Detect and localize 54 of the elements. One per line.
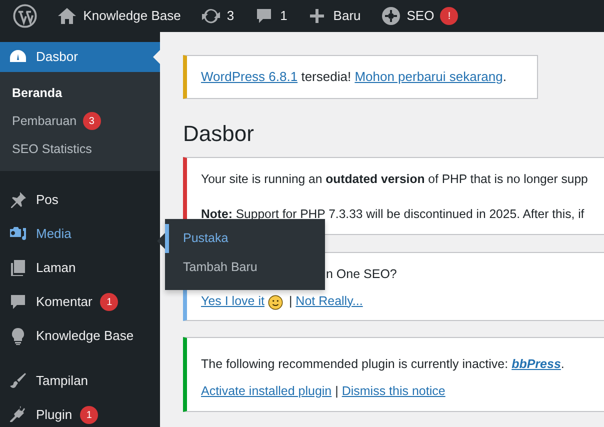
menu-item[interactable]: Laman (0, 251, 160, 285)
count-badge: 1 (100, 293, 118, 311)
comments-count[interactable]: 1 (280, 6, 288, 26)
update-message: WordPress 6.8.1 tersedia! Mohon perbarui sekarang. (201, 68, 508, 86)
menu-label: Knowledge Base (36, 327, 134, 346)
count-badge: 3 (82, 112, 101, 130)
refresh-icon (200, 6, 221, 26)
notice-text: Yes I love it | Not Really... (201, 292, 590, 310)
updates-count[interactable]: 3 (226, 6, 234, 26)
new-link[interactable]: Baru (333, 6, 361, 26)
pages-icon (8, 258, 28, 278)
wordpress-logo-icon (13, 4, 38, 28)
page-heading: Dasbor (183, 120, 255, 147)
submenu-item[interactable]: Pembaruan 3 (0, 107, 160, 135)
menu-item[interactable]: Tampilan (0, 364, 160, 398)
text-link[interactable]: Activate installed plugin (201, 384, 332, 398)
text-link[interactable]: Yes I love it (201, 294, 264, 308)
text-link[interactable]: Dismiss this notice (342, 384, 446, 398)
notice-text: Activate installed plugin | Dismiss this notice (201, 383, 446, 400)
home-icon (57, 6, 78, 26)
notification-badge: ! (440, 7, 458, 25)
menu-item[interactable]: Pos (0, 183, 160, 217)
seo-menu-link[interactable]: SEO (406, 6, 434, 26)
menu-item[interactable]: Dasbor (0, 42, 160, 72)
flyout-item[interactable]: Tambah Baru (165, 253, 325, 282)
menu-item[interactable]: Knowledge Base (0, 319, 160, 353)
text-link[interactable]: bbPress (512, 357, 561, 372)
text-link[interactable]: Mohon perbarui sekarang (354, 69, 503, 84)
notice-text: Your site is running an outdated version of PHP that is no longer supp (201, 170, 589, 188)
submenu-item[interactable]: SEO Statistics (0, 135, 160, 163)
speech-bubble-icon (8, 292, 28, 312)
menu-label: Laman (36, 259, 76, 278)
notice-text: n One SEO? (326, 266, 397, 283)
menu-label: Pos (36, 191, 58, 210)
text-link[interactable]: WordPress 6.8.1 (201, 69, 298, 84)
site-name-link[interactable]: Knowledge Base (83, 6, 181, 26)
text-link[interactable]: Not Really... (296, 294, 363, 308)
flyout-item[interactable]: Pustaka (165, 224, 325, 253)
menu-label: Tampilan (36, 372, 88, 390)
smiley-icon (268, 295, 284, 310)
menu-item[interactable]: Media (0, 217, 160, 251)
submenu-item[interactable]: Beranda (0, 79, 160, 107)
plug-icon (8, 405, 28, 425)
menu-label: Plugin (36, 406, 72, 424)
pushpin-icon (8, 190, 28, 210)
paintbrush-icon (8, 371, 28, 391)
menu-label: Media (36, 225, 72, 244)
menu-label: Komentar (36, 293, 92, 312)
menu-item[interactable]: Komentar 1 (0, 285, 160, 319)
notice-text: Note: Support for PHP 7.3.33 will be discontinued in 2025. After this, if (201, 206, 586, 224)
notice-text: The following recommended plugin is currently inactive: bbPress. (201, 356, 566, 374)
count-badge: 1 (80, 406, 98, 424)
menu-label: Dasbor (36, 48, 78, 66)
menu-item[interactable]: Plugin 1 (0, 398, 160, 427)
